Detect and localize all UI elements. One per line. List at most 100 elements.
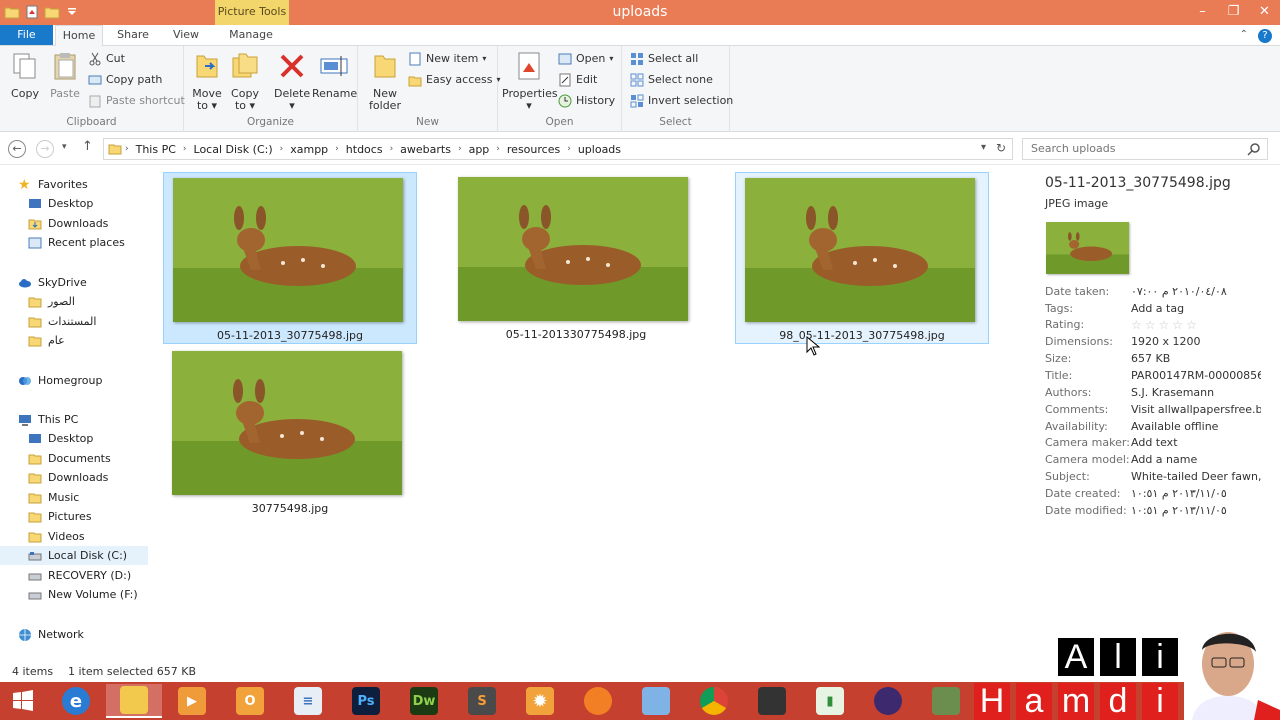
nav-skydrive-public[interactable]: عام	[28, 331, 65, 350]
taskbar-notepad[interactable]: ≡	[280, 684, 336, 718]
file-item[interactable]: 30775498.jpg	[163, 346, 417, 518]
prop-title[interactable]: Title: PAR00147RM-00000856...	[1045, 369, 1261, 386]
tab-view[interactable]: View	[163, 25, 209, 46]
nav-skydrive[interactable]: SkyDrive	[18, 273, 87, 292]
tab-share[interactable]: Share	[110, 25, 156, 46]
breadcrumb-app[interactable]: app	[465, 143, 494, 156]
copy-button[interactable]: Copy	[6, 50, 44, 100]
file-item[interactable]: 05-11-201330775498.jpg	[449, 172, 703, 344]
nav-recent-places[interactable]: Recent places	[28, 233, 125, 252]
nav-pc-downloads[interactable]: Downloads	[28, 468, 108, 487]
delete-button[interactable]: Delete ▾	[274, 50, 310, 112]
taskbar-firefox[interactable]	[860, 684, 916, 718]
select-none-button[interactable]: Select none	[630, 71, 713, 89]
breadcrumb-local-disk[interactable]: Local Disk (C:)	[190, 143, 277, 156]
refresh-icon[interactable]: ↻	[996, 141, 1006, 155]
address-dropdown-icon[interactable]: ▾	[981, 142, 986, 153]
paste-shortcut-button[interactable]: Paste shortcut	[88, 92, 185, 110]
nav-recovery-d[interactable]: RECOVERY (D:)	[28, 566, 131, 585]
prop-tags[interactable]: Tags: Add a tag	[1045, 302, 1261, 319]
copy-path-button[interactable]: Copy path	[88, 71, 162, 89]
file-item[interactable]: 98_05-11-2013_30775498.jpg	[735, 172, 989, 344]
rename-button[interactable]: Rename	[312, 50, 357, 100]
rating-stars[interactable]: ☆ ☆ ☆ ☆ ☆	[1131, 318, 1197, 335]
cut-button[interactable]: Cut	[88, 50, 125, 68]
nav-skydrive-pictures[interactable]: الصور	[28, 292, 75, 311]
taskbar-media-player[interactable]: ▶	[164, 684, 220, 718]
taskbar-charts[interactable]: ▮	[802, 684, 858, 718]
taskbar-virtualbox[interactable]	[628, 684, 684, 718]
nav-this-pc[interactable]: This PC	[18, 410, 78, 429]
taskbar-firefox-dev[interactable]	[570, 684, 626, 718]
recent-locations-icon[interactable]: ▾	[62, 142, 67, 152]
back-button[interactable]: ←	[8, 140, 26, 158]
nav-desktop[interactable]: Desktop	[28, 194, 93, 213]
nav-pc-videos[interactable]: Videos	[28, 527, 85, 546]
nav-local-disk-c[interactable]: Local Disk (C:)	[0, 546, 148, 565]
tab-manage[interactable]: Manage	[218, 25, 284, 46]
move-to-button[interactable]: Move to ▾	[190, 50, 224, 112]
nav-network[interactable]: Network	[18, 625, 84, 644]
nav-homegroup[interactable]: Homegroup	[18, 371, 102, 390]
tab-file[interactable]: File	[0, 25, 53, 45]
file-item[interactable]: 05-11-2013_30775498.jpg	[163, 172, 417, 344]
breadcrumb-htdocs[interactable]: htdocs	[342, 143, 387, 156]
breadcrumb-uploads[interactable]: uploads	[574, 143, 625, 156]
forward-button[interactable]: →	[36, 140, 54, 158]
invert-selection-icon	[630, 94, 644, 108]
taskbar-camtasia[interactable]	[744, 684, 800, 718]
taskbar-outlook[interactable]: O	[222, 684, 278, 718]
nav-favorites[interactable]: ★ Favorites	[18, 175, 88, 194]
new-folder-button[interactable]: New folder	[366, 50, 404, 112]
nav-downloads[interactable]: Downloads	[28, 214, 108, 233]
edit-button[interactable]: Edit	[558, 71, 597, 89]
new-item-button[interactable]: New item ▾	[408, 50, 486, 68]
deer-thumbnail	[172, 351, 402, 495]
search-icon[interactable]	[1247, 142, 1261, 156]
prop-rating[interactable]: Rating: ☆ ☆ ☆ ☆ ☆	[1045, 318, 1197, 335]
properties-button[interactable]: Properties ▾	[502, 50, 558, 112]
open-button[interactable]: Open ▾	[558, 50, 613, 68]
paste-button[interactable]: Paste	[46, 50, 84, 100]
clipboard-group-label: Clipboard	[66, 116, 117, 128]
address-bar[interactable]: › This PC › Local Disk (C:) › xampp › ht…	[103, 138, 1013, 160]
nav-pc-pictures[interactable]: Pictures	[28, 507, 92, 526]
breadcrumb-awebarts[interactable]: awebarts	[396, 143, 455, 156]
nav-pc-desktop[interactable]: Desktop	[28, 429, 93, 448]
easy-access-button[interactable]: Easy access ▾	[408, 71, 501, 89]
history-button[interactable]: History	[558, 92, 615, 110]
prop-subject[interactable]: Subject: White-tailed Deer fawn,...	[1045, 470, 1261, 487]
prop-comments[interactable]: Comments: Visit allwallpapersfree.b...	[1045, 403, 1261, 420]
copy-to-button[interactable]: Copy to ▾	[228, 50, 262, 112]
tab-home[interactable]: Home	[55, 25, 103, 46]
collapse-ribbon-icon[interactable]: ⌃	[1240, 29, 1248, 43]
taskbar-dreamweaver[interactable]: Dw	[396, 684, 452, 718]
breadcrumb-xampp[interactable]: xampp	[286, 143, 332, 156]
search-input[interactable]	[1031, 142, 1241, 155]
taskbar-photoshop[interactable]: Ps	[338, 684, 394, 718]
taskbar-internet-explorer[interactable]: e	[48, 684, 104, 718]
breadcrumb-this-pc[interactable]: This PC	[132, 143, 180, 156]
nav-pc-documents[interactable]: Documents	[28, 449, 111, 468]
taskbar-sublime-text[interactable]: S	[454, 684, 510, 718]
start-button[interactable]	[0, 684, 46, 718]
invert-selection-button[interactable]: Invert selection	[630, 92, 733, 110]
prop-camera-model[interactable]: Camera model: Add a name	[1045, 453, 1261, 470]
prop-camera-maker[interactable]: Camera maker: Add text	[1045, 436, 1261, 453]
taskbar-utility[interactable]	[918, 684, 974, 718]
taskbar-settings[interactable]: ✹	[512, 684, 568, 718]
select-all-button[interactable]: Select all	[630, 50, 698, 68]
maximize-button[interactable]: ❐	[1218, 0, 1249, 25]
taskbar-chrome[interactable]	[686, 684, 742, 718]
prop-authors[interactable]: Authors: S.J. Krasemann	[1045, 386, 1261, 403]
close-button[interactable]: ✕	[1249, 0, 1280, 25]
help-icon[interactable]: ?	[1258, 29, 1272, 43]
breadcrumb-resources[interactable]: resources	[503, 143, 564, 156]
deer-thumbnail	[458, 177, 688, 321]
nav-pc-music[interactable]: Music	[28, 488, 79, 507]
taskbar-file-explorer[interactable]	[106, 684, 162, 718]
nav-skydrive-documents[interactable]: المستندات	[28, 312, 96, 331]
minimize-button[interactable]: –	[1187, 0, 1218, 25]
nav-new-volume-f[interactable]: New Volume (F:)	[28, 585, 138, 604]
up-arrow-icon[interactable]: ↑	[82, 139, 93, 154]
